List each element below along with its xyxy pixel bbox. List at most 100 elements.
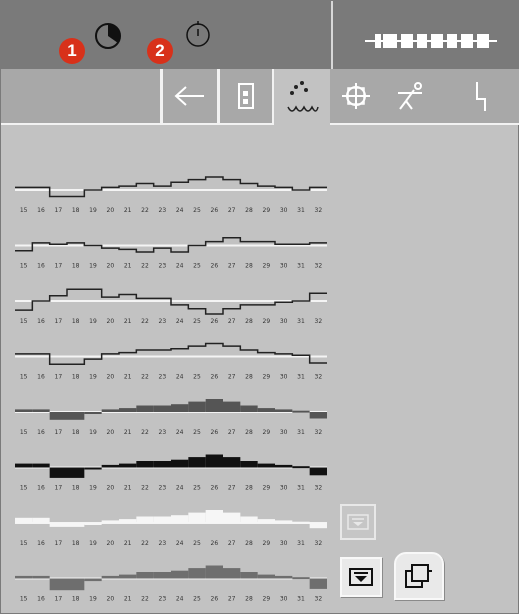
zone-bar bbox=[309, 412, 327, 419]
zone-number: 32 bbox=[315, 207, 323, 214]
zone-bar bbox=[119, 574, 137, 579]
zone-number: 21 bbox=[124, 596, 132, 603]
zone-bar bbox=[136, 516, 154, 523]
zone-number: 30 bbox=[280, 263, 288, 270]
zone-number: 21 bbox=[124, 540, 132, 547]
zone-number: 27 bbox=[228, 540, 236, 547]
tab-dampening[interactable] bbox=[274, 69, 330, 125]
zone-bar bbox=[257, 574, 275, 579]
zone-bar bbox=[49, 467, 67, 478]
zone-number: 29 bbox=[263, 485, 271, 492]
tab-diagnostics[interactable] bbox=[456, 69, 506, 123]
notification-badge-2: 2 bbox=[147, 38, 173, 64]
zone-number: 23 bbox=[159, 318, 167, 325]
zone-number: 29 bbox=[263, 207, 271, 214]
expand-button[interactable] bbox=[340, 557, 382, 597]
zone-number: 31 bbox=[297, 596, 305, 603]
zone-number: 16 bbox=[37, 429, 45, 436]
zone-bar bbox=[15, 517, 33, 523]
zone-number: 27 bbox=[228, 374, 236, 381]
zone-number: 19 bbox=[89, 263, 97, 270]
zone-number: 20 bbox=[107, 596, 115, 603]
zone-number: 31 bbox=[297, 540, 305, 547]
timer-icon[interactable] bbox=[183, 19, 213, 49]
zone-number: 32 bbox=[315, 429, 323, 436]
zone-bar bbox=[292, 521, 310, 524]
expand-button-disabled[interactable] bbox=[340, 504, 376, 540]
zone-number: 17 bbox=[55, 374, 63, 381]
zone-number: 32 bbox=[315, 540, 323, 547]
zone-bar bbox=[188, 401, 206, 412]
zone-number: 16 bbox=[37, 374, 45, 381]
zone-number: 16 bbox=[37, 318, 45, 325]
zone-bar bbox=[153, 572, 171, 579]
zone-number: 29 bbox=[263, 374, 271, 381]
tab-register[interactable] bbox=[331, 69, 381, 123]
zone-bar bbox=[49, 523, 67, 527]
copy-button[interactable] bbox=[394, 552, 444, 600]
zone-number: 20 bbox=[107, 263, 115, 270]
zone-bar bbox=[67, 578, 85, 591]
zone-number: 30 bbox=[280, 207, 288, 214]
zone-number: 17 bbox=[55, 485, 63, 492]
zone-number: 18 bbox=[72, 596, 80, 603]
tab-operator[interactable] bbox=[386, 69, 436, 123]
zone-number: 19 bbox=[89, 207, 97, 214]
zone-profile-1: 15 16 17 18 19 20 21 22 23 24 25 26 27 28 29 30 31 32 bbox=[15, 176, 327, 214]
zone-bar bbox=[153, 461, 171, 468]
zone-bar bbox=[275, 575, 293, 579]
zone-number: 24 bbox=[176, 374, 184, 381]
zone-number: 26 bbox=[211, 485, 219, 492]
zone-bar bbox=[240, 516, 258, 523]
zone-number: 26 bbox=[211, 263, 219, 270]
expand-icon bbox=[349, 568, 373, 586]
zone-number: 21 bbox=[124, 485, 132, 492]
zone-number: 16 bbox=[37, 540, 45, 547]
zone-number: 28 bbox=[245, 263, 253, 270]
zone-number: 15 bbox=[20, 207, 28, 214]
zone-number: 23 bbox=[159, 374, 167, 381]
zone-bar bbox=[292, 410, 310, 413]
zone-number: 25 bbox=[193, 429, 201, 436]
zone-bar bbox=[67, 467, 85, 478]
zone-number: 15 bbox=[20, 263, 28, 270]
clock-icon[interactable] bbox=[93, 21, 123, 51]
zone-number: 21 bbox=[124, 318, 132, 325]
zone-number: 32 bbox=[315, 318, 323, 325]
zone-number: 31 bbox=[297, 318, 305, 325]
zone-bar bbox=[188, 512, 206, 523]
zone-number: 31 bbox=[297, 207, 305, 214]
zone-number: 19 bbox=[89, 485, 97, 492]
zone-bar bbox=[275, 409, 293, 412]
zone-bar bbox=[171, 404, 189, 412]
zone-number: 22 bbox=[141, 485, 149, 492]
dots-wave-icon bbox=[287, 81, 319, 112]
zone-number: 27 bbox=[228, 207, 236, 214]
zone-number: 23 bbox=[159, 429, 167, 436]
zone-number: 27 bbox=[228, 485, 236, 492]
zone-number: 22 bbox=[141, 429, 149, 436]
zone-number: 17 bbox=[55, 207, 63, 214]
zone-number: 30 bbox=[280, 318, 288, 325]
zone-bar bbox=[257, 463, 275, 468]
zone-bar bbox=[153, 516, 171, 523]
zone-bar bbox=[240, 405, 258, 412]
zone-number: 17 bbox=[55, 318, 63, 325]
zone-number: 15 bbox=[20, 374, 28, 381]
tab-ink[interactable] bbox=[220, 69, 272, 123]
profile-outline bbox=[15, 176, 327, 198]
zone-bar bbox=[205, 399, 223, 412]
zone-number: 31 bbox=[297, 374, 305, 381]
ink-zone-charts: 15 16 17 18 19 20 21 22 23 24 25 26 27 28 29 30 31 32 15 16… bbox=[15, 176, 327, 603]
zone-number: 27 bbox=[228, 596, 236, 603]
zone-bar bbox=[67, 523, 85, 527]
zone-bar bbox=[240, 572, 258, 579]
zone-number: 27 bbox=[228, 429, 236, 436]
zone-number: 30 bbox=[280, 540, 288, 547]
arrow-left-icon bbox=[174, 86, 204, 106]
top-status-bar: 1 2 bbox=[1, 1, 519, 69]
zone-number: 28 bbox=[245, 540, 253, 547]
zone-number: 29 bbox=[263, 318, 271, 325]
tab-back[interactable] bbox=[163, 69, 217, 123]
zone-bar bbox=[84, 578, 102, 582]
